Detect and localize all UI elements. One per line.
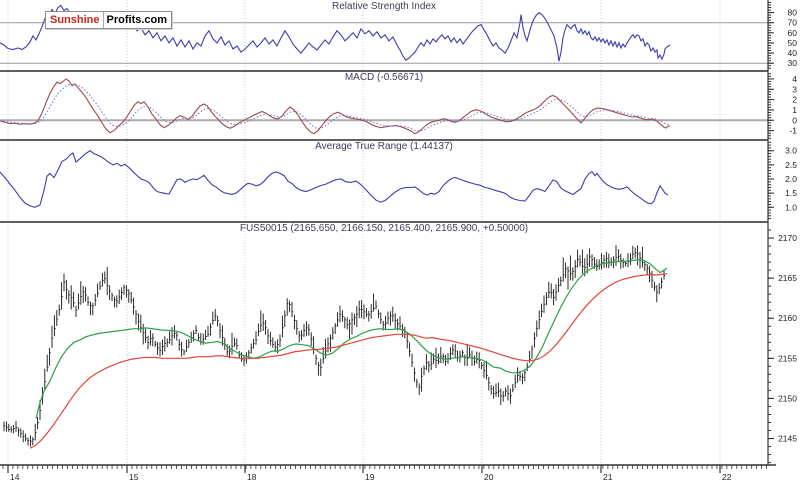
logo-sunshine-text: Sunshine <box>46 12 104 28</box>
svg-text:14: 14 <box>10 472 20 482</box>
svg-text:21: 21 <box>603 472 613 482</box>
svg-text:-1: -1 <box>789 126 797 136</box>
sunshineprofits-logo: Sunshine Profits.com <box>45 11 173 29</box>
svg-text:3.0: 3.0 <box>785 146 797 156</box>
svg-text:40: 40 <box>788 48 798 58</box>
svg-text:60: 60 <box>788 28 798 38</box>
svg-text:2: 2 <box>792 95 797 105</box>
svg-text:2160: 2160 <box>778 313 797 323</box>
svg-text:22: 22 <box>722 472 732 482</box>
svg-text:2155: 2155 <box>778 353 797 363</box>
chart-window: 80 70 60 50 40 30 4 3 2 1 0 -1 3.0 2.5 2.0 1.5 1.0 2170 21… <box>0 0 800 486</box>
svg-text:18: 18 <box>247 472 257 482</box>
svg-text:19: 19 <box>365 472 375 482</box>
svg-text:50: 50 <box>788 38 798 48</box>
svg-text:1: 1 <box>792 105 797 115</box>
svg-text:30: 30 <box>788 58 798 68</box>
svg-text:2165: 2165 <box>778 273 797 283</box>
svg-text:20: 20 <box>484 472 494 482</box>
svg-text:2.0: 2.0 <box>785 174 797 184</box>
chart-canvas: 80706050403043210-13.02.52.01.51.0217021… <box>0 0 800 486</box>
svg-text:2150: 2150 <box>778 393 797 403</box>
svg-text:15: 15 <box>129 472 139 482</box>
svg-text:1.5: 1.5 <box>785 188 797 198</box>
svg-text:2145: 2145 <box>778 434 797 444</box>
svg-text:80: 80 <box>788 8 798 18</box>
logo-profits-text: Profits.com <box>106 14 168 26</box>
svg-text:0: 0 <box>792 115 797 125</box>
svg-text:4: 4 <box>792 74 797 84</box>
svg-text:3: 3 <box>792 84 797 94</box>
svg-text:1.0: 1.0 <box>785 202 797 212</box>
svg-text:2.5: 2.5 <box>785 160 797 170</box>
svg-text:70: 70 <box>788 18 798 28</box>
svg-text:2170: 2170 <box>778 233 797 243</box>
